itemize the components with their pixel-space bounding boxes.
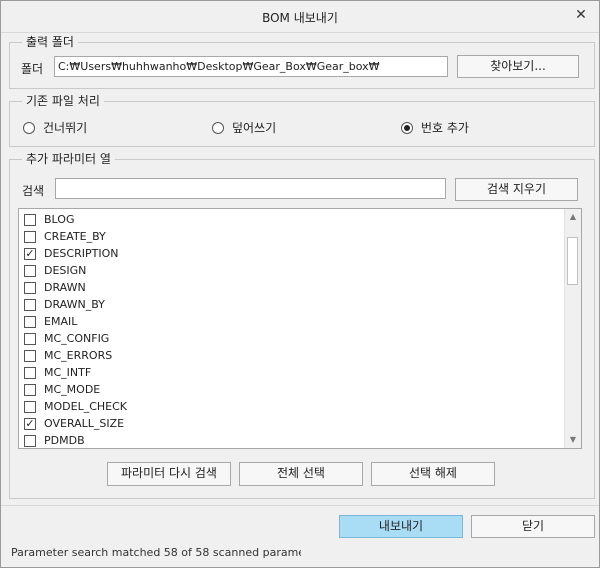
checkbox[interactable] <box>24 434 36 447</box>
parameters-legend: 추가 파라미터 열 <box>22 151 115 167</box>
checkbox[interactable] <box>24 315 36 328</box>
existing-file-group: 기존 파일 처리 <box>9 93 595 147</box>
list-item[interactable]: MC_ERRORS <box>19 347 565 364</box>
list-item-label: DRAWN_BY <box>44 298 105 311</box>
checkbox[interactable] <box>24 332 36 345</box>
list-scrollbar[interactable]: ▲ ▼ <box>564 209 581 448</box>
checkbox[interactable] <box>24 298 36 311</box>
list-item[interactable]: CREATE_BY <box>19 228 565 245</box>
rescan-parameters-button[interactable]: 파라미터 다시 검색 <box>107 462 231 486</box>
parameter-list[interactable]: BLOG CREATE_BY ✓ DESCRIPTION DESIGN DRAWN DRAW… <box>18 208 582 449</box>
list-item-label: BLOG <box>44 213 75 226</box>
list-item[interactable]: ✓ OVERALL_SIZE <box>19 415 565 432</box>
existing-file-legend: 기존 파일 처리 <box>22 93 104 109</box>
list-item-label: OVERALL_SIZE <box>44 417 125 430</box>
close-button[interactable]: 닫기 <box>471 515 595 538</box>
list-item-label: DESIGN <box>44 264 87 277</box>
list-item[interactable]: MODEL_CHECK <box>19 398 565 415</box>
checkbox[interactable] <box>24 230 36 243</box>
list-item[interactable]: DRAWN <box>19 279 565 296</box>
list-item-label: MC_MODE <box>44 383 101 396</box>
list-item-label: PDMDB <box>44 434 85 447</box>
checkbox[interactable] <box>24 383 36 396</box>
list-item-label: CREATE_BY <box>44 230 106 243</box>
scroll-down-icon[interactable]: ▼ <box>565 433 581 447</box>
list-item[interactable]: MC_MODE <box>19 381 565 398</box>
scroll-thumb[interactable] <box>567 237 578 285</box>
bom-export-dialog: BOM 내보내기 ✕ 출력 폴더 폴더 찾아보기... 기존 파일 처리 건너뛰… <box>0 0 600 568</box>
list-item[interactable]: DESIGN <box>19 262 565 279</box>
checkbox[interactable] <box>24 349 36 362</box>
scroll-up-icon[interactable]: ▲ <box>565 210 581 224</box>
radio-skip[interactable]: 건너뛰기 <box>23 119 87 136</box>
checkbox[interactable]: ✓ <box>24 417 36 430</box>
list-item[interactable]: EMAIL <box>19 313 565 330</box>
list-item[interactable]: PDMDB <box>19 432 565 448</box>
select-all-button[interactable]: 전체 선택 <box>239 462 363 486</box>
list-item-label: DRAWN <box>44 281 86 294</box>
list-item-label: MC_ERRORS <box>44 349 113 362</box>
checkbox[interactable] <box>24 281 36 294</box>
deselect-all-button[interactable]: 선택 해제 <box>371 462 495 486</box>
list-item-label: EMAIL <box>44 315 78 328</box>
output-folder-legend: 출력 폴더 <box>22 34 78 50</box>
radio-overwrite-label: 덮어쓰기 <box>232 121 277 135</box>
radio-add-number-indicator <box>401 121 413 134</box>
title-bar: BOM 내보내기 ✕ <box>1 1 599 33</box>
list-item-label: DESCRIPTION <box>44 247 119 260</box>
status-text: Parameter search matched 58 of 58 scanne… <box>11 546 301 559</box>
list-item[interactable]: MC_CONFIG <box>19 330 565 347</box>
search-label: 검색 <box>22 184 45 198</box>
search-input[interactable] <box>55 178 446 199</box>
checkbox[interactable] <box>24 213 36 226</box>
list-item[interactable]: MC_INTF <box>19 364 565 381</box>
radio-overwrite-indicator <box>212 121 224 134</box>
list-item-label: MC_CONFIG <box>44 332 110 345</box>
list-item[interactable]: BLOG <box>19 211 565 228</box>
dialog-title: BOM 내보내기 <box>262 11 338 25</box>
footer-separator <box>1 505 599 506</box>
checkbox[interactable]: ✓ <box>24 247 36 260</box>
checkbox[interactable] <box>24 400 36 413</box>
folder-label: 폴더 <box>21 62 44 76</box>
checkbox[interactable] <box>24 264 36 277</box>
list-item[interactable]: DRAWN_BY <box>19 296 565 313</box>
radio-add-number-label: 번호 추가 <box>421 121 469 135</box>
close-icon[interactable]: ✕ <box>573 7 589 23</box>
list-item-label: MC_INTF <box>44 366 92 379</box>
browse-button[interactable]: 찾아보기... <box>457 55 579 78</box>
list-item[interactable]: ✓ DESCRIPTION <box>19 245 565 262</box>
list-item-label: MODEL_CHECK <box>44 400 127 413</box>
radio-skip-indicator <box>23 121 35 134</box>
radio-skip-label: 건너뛰기 <box>43 121 88 135</box>
folder-path-input[interactable] <box>54 56 448 77</box>
clear-search-button[interactable]: 검색 지우기 <box>455 178 578 201</box>
radio-add-number[interactable]: 번호 추가 <box>401 119 469 136</box>
checkbox[interactable] <box>24 366 36 379</box>
radio-overwrite[interactable]: 덮어쓰기 <box>212 119 276 136</box>
export-button[interactable]: 내보내기 <box>339 515 463 538</box>
